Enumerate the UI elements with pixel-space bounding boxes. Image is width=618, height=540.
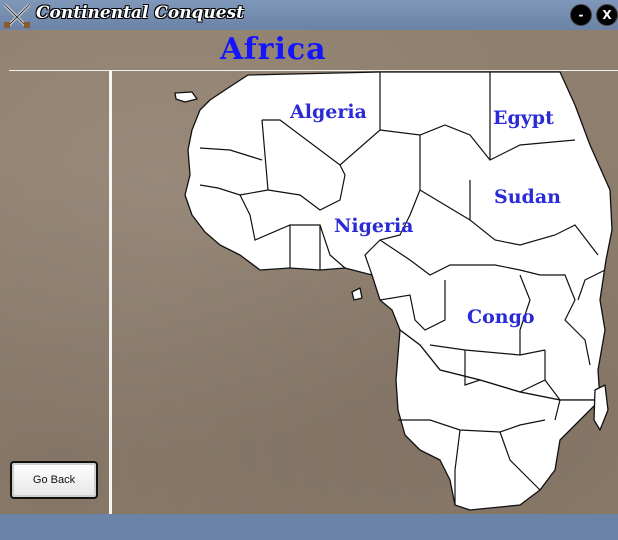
country-label-algeria[interactable]: Algeria xyxy=(289,101,367,123)
country-label-egypt[interactable]: Egypt xyxy=(493,107,554,129)
continent-title: Africa xyxy=(220,32,327,67)
country-label-congo[interactable]: Congo xyxy=(467,306,535,328)
africa-map[interactable]: Algeria Egypt Sudan Nigeria Congo xyxy=(112,71,618,514)
island-b xyxy=(351,287,363,301)
country-label-nigeria[interactable]: Nigeria xyxy=(334,215,414,237)
close-button[interactable]: X xyxy=(596,4,618,26)
minimize-button[interactable]: - xyxy=(570,4,592,26)
island-a xyxy=(174,91,198,103)
madagascar[interactable] xyxy=(593,384,609,431)
bottom-bar xyxy=(0,514,618,540)
crossed-swords-icon xyxy=(3,3,31,29)
country-label-sudan[interactable]: Sudan xyxy=(494,186,561,208)
go-back-button[interactable]: Go Back xyxy=(10,461,98,499)
title-bar: Continental Conquest - X xyxy=(0,0,618,30)
app-title: Continental Conquest xyxy=(36,3,245,23)
